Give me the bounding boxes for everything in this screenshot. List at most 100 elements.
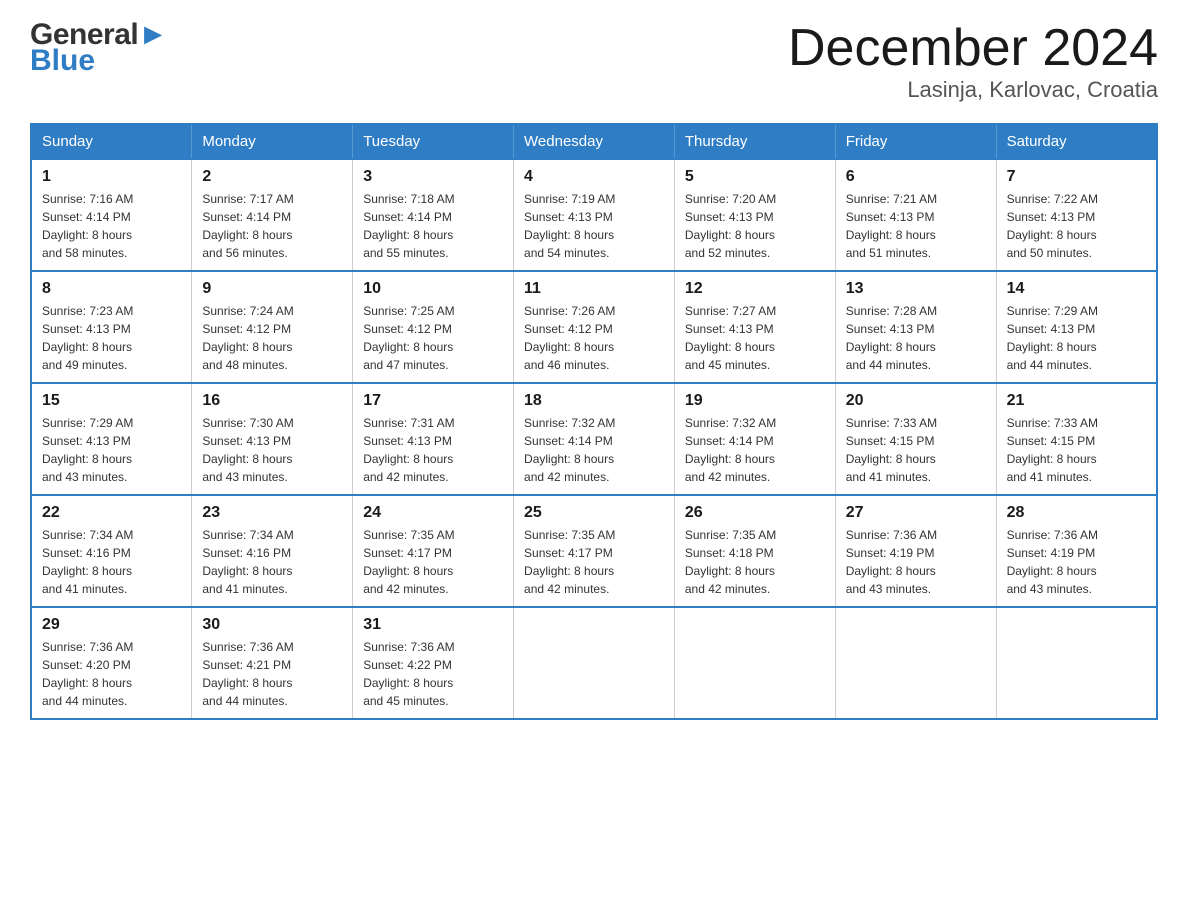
calendar-day-cell: 20 Sunrise: 7:33 AM Sunset: 4:15 PM Dayl… [835,383,996,495]
day-info: Sunrise: 7:32 AM Sunset: 4:14 PM Dayligh… [524,414,664,486]
calendar-day-cell: 23 Sunrise: 7:34 AM Sunset: 4:16 PM Dayl… [192,495,353,607]
day-info: Sunrise: 7:26 AM Sunset: 4:12 PM Dayligh… [524,302,664,374]
calendar-day-cell: 10 Sunrise: 7:25 AM Sunset: 4:12 PM Dayl… [353,271,514,383]
day-info: Sunrise: 7:22 AM Sunset: 4:13 PM Dayligh… [1007,190,1146,262]
day-info: Sunrise: 7:35 AM Sunset: 4:17 PM Dayligh… [363,526,503,598]
day-info: Sunrise: 7:32 AM Sunset: 4:14 PM Dayligh… [685,414,825,486]
day-number: 10 [363,280,503,298]
day-number: 18 [524,392,664,410]
day-number: 26 [685,504,825,522]
day-number: 24 [363,504,503,522]
day-number: 6 [846,168,986,186]
calendar-day-cell [996,607,1157,719]
calendar-day-cell: 2 Sunrise: 7:17 AM Sunset: 4:14 PM Dayli… [192,159,353,271]
day-number: 5 [685,168,825,186]
day-number: 29 [42,616,181,634]
day-number: 22 [42,504,181,522]
calendar-day-cell: 28 Sunrise: 7:36 AM Sunset: 4:19 PM Dayl… [996,495,1157,607]
calendar-day-cell: 4 Sunrise: 7:19 AM Sunset: 4:13 PM Dayli… [514,159,675,271]
calendar-day-cell: 16 Sunrise: 7:30 AM Sunset: 4:13 PM Dayl… [192,383,353,495]
calendar-day-cell [514,607,675,719]
day-info: Sunrise: 7:21 AM Sunset: 4:13 PM Dayligh… [846,190,986,262]
day-number: 31 [363,616,503,634]
calendar-day-cell: 24 Sunrise: 7:35 AM Sunset: 4:17 PM Dayl… [353,495,514,607]
day-info: Sunrise: 7:35 AM Sunset: 4:17 PM Dayligh… [524,526,664,598]
calendar-day-cell [674,607,835,719]
calendar-week-row: 22 Sunrise: 7:34 AM Sunset: 4:16 PM Dayl… [31,495,1157,607]
calendar-day-cell: 3 Sunrise: 7:18 AM Sunset: 4:14 PM Dayli… [353,159,514,271]
header-tuesday: Tuesday [353,124,514,159]
day-number: 3 [363,168,503,186]
day-number: 17 [363,392,503,410]
day-number: 4 [524,168,664,186]
header-saturday: Saturday [996,124,1157,159]
month-title: December 2024 [788,20,1158,77]
day-info: Sunrise: 7:28 AM Sunset: 4:13 PM Dayligh… [846,302,986,374]
day-info: Sunrise: 7:36 AM Sunset: 4:19 PM Dayligh… [1007,526,1146,598]
calendar-day-cell: 18 Sunrise: 7:32 AM Sunset: 4:14 PM Dayl… [514,383,675,495]
day-number: 2 [202,168,342,186]
day-number: 12 [685,280,825,298]
day-info: Sunrise: 7:17 AM Sunset: 4:14 PM Dayligh… [202,190,342,262]
day-number: 23 [202,504,342,522]
calendar-day-cell: 19 Sunrise: 7:32 AM Sunset: 4:14 PM Dayl… [674,383,835,495]
calendar-day-cell: 26 Sunrise: 7:35 AM Sunset: 4:18 PM Dayl… [674,495,835,607]
calendar-day-cell: 25 Sunrise: 7:35 AM Sunset: 4:17 PM Dayl… [514,495,675,607]
header-thursday: Thursday [674,124,835,159]
day-number: 7 [1007,168,1146,186]
day-number: 13 [846,280,986,298]
header-monday: Monday [192,124,353,159]
day-number: 11 [524,280,664,298]
page-header: General► Blue December 2024 Lasinja, Kar… [30,20,1158,103]
logo-arrow-icon: ► [138,18,167,51]
calendar-day-cell: 8 Sunrise: 7:23 AM Sunset: 4:13 PM Dayli… [31,271,192,383]
calendar-day-cell: 1 Sunrise: 7:16 AM Sunset: 4:14 PM Dayli… [31,159,192,271]
day-info: Sunrise: 7:29 AM Sunset: 4:13 PM Dayligh… [42,414,181,486]
day-number: 19 [685,392,825,410]
day-info: Sunrise: 7:33 AM Sunset: 4:15 PM Dayligh… [1007,414,1146,486]
day-number: 30 [202,616,342,634]
day-info: Sunrise: 7:25 AM Sunset: 4:12 PM Dayligh… [363,302,503,374]
calendar-day-cell: 22 Sunrise: 7:34 AM Sunset: 4:16 PM Dayl… [31,495,192,607]
calendar-table: Sunday Monday Tuesday Wednesday Thursday… [30,123,1158,720]
calendar-day-cell: 7 Sunrise: 7:22 AM Sunset: 4:13 PM Dayli… [996,159,1157,271]
day-info: Sunrise: 7:18 AM Sunset: 4:14 PM Dayligh… [363,190,503,262]
logo: General► Blue [30,20,167,76]
day-info: Sunrise: 7:16 AM Sunset: 4:14 PM Dayligh… [42,190,181,262]
day-info: Sunrise: 7:36 AM Sunset: 4:22 PM Dayligh… [363,638,503,710]
calendar-week-row: 8 Sunrise: 7:23 AM Sunset: 4:13 PM Dayli… [31,271,1157,383]
day-info: Sunrise: 7:27 AM Sunset: 4:13 PM Dayligh… [685,302,825,374]
day-number: 20 [846,392,986,410]
day-info: Sunrise: 7:20 AM Sunset: 4:13 PM Dayligh… [685,190,825,262]
calendar-week-row: 1 Sunrise: 7:16 AM Sunset: 4:14 PM Dayli… [31,159,1157,271]
day-info: Sunrise: 7:36 AM Sunset: 4:21 PM Dayligh… [202,638,342,710]
day-info: Sunrise: 7:30 AM Sunset: 4:13 PM Dayligh… [202,414,342,486]
calendar-day-cell: 21 Sunrise: 7:33 AM Sunset: 4:15 PM Dayl… [996,383,1157,495]
day-info: Sunrise: 7:34 AM Sunset: 4:16 PM Dayligh… [202,526,342,598]
day-headers-row: Sunday Monday Tuesday Wednesday Thursday… [31,124,1157,159]
location-title: Lasinja, Karlovac, Croatia [788,77,1158,103]
day-info: Sunrise: 7:31 AM Sunset: 4:13 PM Dayligh… [363,414,503,486]
day-info: Sunrise: 7:29 AM Sunset: 4:13 PM Dayligh… [1007,302,1146,374]
day-info: Sunrise: 7:36 AM Sunset: 4:19 PM Dayligh… [846,526,986,598]
header-sunday: Sunday [31,124,192,159]
day-info: Sunrise: 7:33 AM Sunset: 4:15 PM Dayligh… [846,414,986,486]
day-info: Sunrise: 7:34 AM Sunset: 4:16 PM Dayligh… [42,526,181,598]
calendar-day-cell [835,607,996,719]
calendar-day-cell: 6 Sunrise: 7:21 AM Sunset: 4:13 PM Dayli… [835,159,996,271]
day-number: 21 [1007,392,1146,410]
calendar-day-cell: 29 Sunrise: 7:36 AM Sunset: 4:20 PM Dayl… [31,607,192,719]
calendar-day-cell: 15 Sunrise: 7:29 AM Sunset: 4:13 PM Dayl… [31,383,192,495]
day-number: 16 [202,392,342,410]
calendar-day-cell: 27 Sunrise: 7:36 AM Sunset: 4:19 PM Dayl… [835,495,996,607]
calendar-day-cell: 17 Sunrise: 7:31 AM Sunset: 4:13 PM Dayl… [353,383,514,495]
header-friday: Friday [835,124,996,159]
header-wednesday: Wednesday [514,124,675,159]
calendar-day-cell: 30 Sunrise: 7:36 AM Sunset: 4:21 PM Dayl… [192,607,353,719]
day-number: 27 [846,504,986,522]
day-number: 8 [42,280,181,298]
calendar-week-row: 29 Sunrise: 7:36 AM Sunset: 4:20 PM Dayl… [31,607,1157,719]
calendar-day-cell: 5 Sunrise: 7:20 AM Sunset: 4:13 PM Dayli… [674,159,835,271]
calendar-header: Sunday Monday Tuesday Wednesday Thursday… [31,124,1157,159]
day-number: 25 [524,504,664,522]
